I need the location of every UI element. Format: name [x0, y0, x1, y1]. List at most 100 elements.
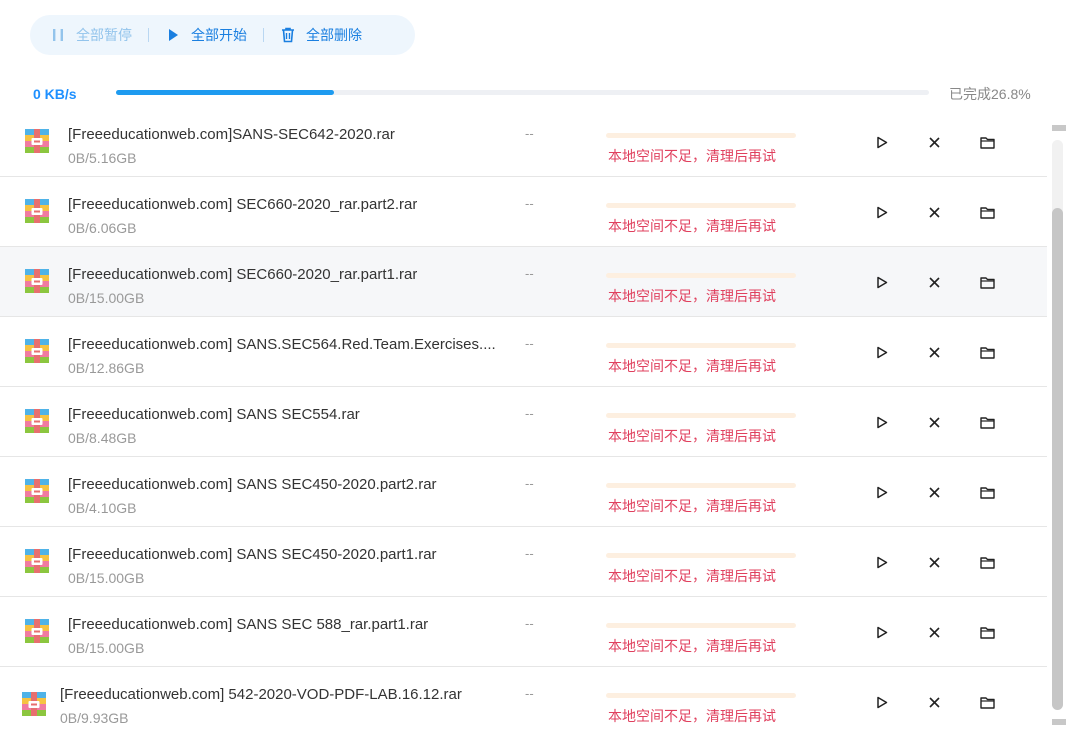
- open-folder-button[interactable]: [979, 414, 995, 430]
- total-progress-fill: [116, 90, 334, 95]
- total-speed: 0 KB/s: [33, 86, 77, 102]
- scrollbar-down-arrow[interactable]: [1052, 719, 1066, 725]
- open-folder-button[interactable]: [979, 694, 995, 710]
- download-speed: --: [525, 126, 534, 141]
- archive-file-icon: [25, 549, 49, 573]
- cancel-button[interactable]: [926, 484, 942, 500]
- archive-file-icon: [22, 692, 46, 716]
- start-all-label: 全部开始: [191, 27, 247, 43]
- cancel-button[interactable]: [926, 624, 942, 640]
- error-status: 本地空间不足，清理后再试: [608, 148, 776, 164]
- resume-button[interactable]: [874, 274, 890, 290]
- pause-icon: [50, 27, 66, 43]
- play-icon: [877, 346, 888, 358]
- folder-icon: [979, 276, 995, 289]
- play-icon: [165, 27, 181, 43]
- file-progress-bar: [606, 623, 796, 628]
- play-icon: [877, 626, 888, 638]
- delete-all-button[interactable]: 全部删除: [280, 25, 362, 45]
- folder-icon: [979, 556, 995, 569]
- cancel-button[interactable]: [926, 204, 942, 220]
- error-status: 本地空间不足，清理后再试: [608, 358, 776, 374]
- resume-button[interactable]: [874, 134, 890, 150]
- download-row[interactable]: [Freeeducationweb.com] SANS SEC450-2020.…: [0, 527, 1047, 597]
- open-folder-button[interactable]: [979, 484, 995, 500]
- download-row[interactable]: [Freeeducationweb.com] SANS SEC554.rar 0…: [0, 387, 1047, 457]
- close-icon: [928, 486, 940, 498]
- file-size: 0B/15.00GB: [68, 640, 145, 656]
- resume-button[interactable]: [874, 484, 890, 500]
- error-status: 本地空间不足，清理后再试: [608, 708, 776, 724]
- file-size: 0B/15.00GB: [68, 570, 145, 586]
- download-row[interactable]: [Freeeducationweb.com]SANS-SEC642-2020.r…: [0, 107, 1047, 177]
- file-progress-bar: [606, 203, 796, 208]
- resume-button[interactable]: [874, 624, 890, 640]
- resume-button[interactable]: [874, 204, 890, 220]
- folder-icon: [979, 486, 995, 499]
- completed-percent: 已完成26.8%: [949, 86, 1031, 102]
- archive-file-icon: [25, 409, 49, 433]
- archive-file-icon: [25, 269, 49, 293]
- cancel-button[interactable]: [926, 694, 942, 710]
- start-all-button[interactable]: 全部开始: [165, 25, 247, 45]
- folder-icon: [979, 416, 995, 429]
- file-size: 0B/9.93GB: [60, 710, 129, 726]
- file-progress-bar: [606, 413, 796, 418]
- resume-button[interactable]: [874, 694, 890, 710]
- folder-icon: [979, 346, 995, 359]
- resume-button[interactable]: [874, 414, 890, 430]
- close-icon: [928, 346, 940, 358]
- cancel-button[interactable]: [926, 344, 942, 360]
- file-name: [Freeeducationweb.com]SANS-SEC642-2020.r…: [68, 126, 395, 143]
- close-icon: [928, 136, 940, 148]
- file-progress-bar: [606, 133, 796, 138]
- play-icon: [877, 556, 888, 568]
- file-progress-bar: [606, 553, 796, 558]
- scrollbar-thumb[interactable]: [1052, 208, 1063, 710]
- open-folder-button[interactable]: [979, 624, 995, 640]
- file-size: 0B/4.10GB: [68, 500, 137, 516]
- scrollbar-up-arrow[interactable]: [1052, 125, 1066, 131]
- download-row[interactable]: [Freeeducationweb.com] SANS.SEC564.Red.T…: [0, 317, 1047, 387]
- resume-button[interactable]: [874, 554, 890, 570]
- download-row[interactable]: [Freeeducationweb.com] SEC660-2020_rar.p…: [0, 247, 1047, 317]
- error-status: 本地空间不足，清理后再试: [608, 218, 776, 234]
- download-list: [Freeeducationweb.com]SANS-SEC642-2020.r…: [0, 107, 1047, 745]
- close-icon: [928, 696, 940, 708]
- close-icon: [928, 626, 940, 638]
- download-row[interactable]: [Freeeducationweb.com] 542-2020-VOD-PDF-…: [0, 667, 1047, 737]
- cancel-button[interactable]: [926, 414, 942, 430]
- download-speed: --: [525, 336, 534, 351]
- play-icon: [877, 136, 888, 148]
- folder-icon: [979, 626, 995, 639]
- download-speed: --: [525, 266, 534, 281]
- play-icon: [877, 486, 888, 498]
- pause-all-button[interactable]: 全部暂停: [50, 25, 132, 45]
- pause-all-label: 全部暂停: [76, 27, 132, 43]
- folder-icon: [979, 136, 995, 149]
- open-folder-button[interactable]: [979, 344, 995, 360]
- cancel-button[interactable]: [926, 274, 942, 290]
- play-icon: [877, 206, 888, 218]
- file-name: [Freeeducationweb.com] SANS.SEC564.Red.T…: [68, 336, 496, 353]
- file-name: [Freeeducationweb.com] SANS SEC450-2020.…: [68, 546, 437, 563]
- close-icon: [928, 206, 940, 218]
- open-folder-button[interactable]: [979, 204, 995, 220]
- download-row[interactable]: [Freeeducationweb.com] SANS SEC 588_rar.…: [0, 597, 1047, 667]
- play-icon: [877, 276, 888, 288]
- cancel-button[interactable]: [926, 554, 942, 570]
- open-folder-button[interactable]: [979, 134, 995, 150]
- file-progress-bar: [606, 693, 796, 698]
- file-name: [Freeeducationweb.com] SEC660-2020_rar.p…: [68, 196, 418, 213]
- open-folder-button[interactable]: [979, 554, 995, 570]
- open-folder-button[interactable]: [979, 274, 995, 290]
- folder-icon: [979, 206, 995, 219]
- error-status: 本地空间不足，清理后再试: [608, 288, 776, 304]
- download-row[interactable]: [Freeeducationweb.com] SANS SEC450-2020.…: [0, 457, 1047, 527]
- download-row[interactable]: [Freeeducationweb.com] SEC660-2020_rar.p…: [0, 177, 1047, 247]
- file-name: [Freeeducationweb.com] SANS SEC450-2020.…: [68, 476, 437, 493]
- cancel-button[interactable]: [926, 134, 942, 150]
- file-size: 0B/8.48GB: [68, 430, 137, 446]
- download-speed: --: [525, 546, 534, 561]
- resume-button[interactable]: [874, 344, 890, 360]
